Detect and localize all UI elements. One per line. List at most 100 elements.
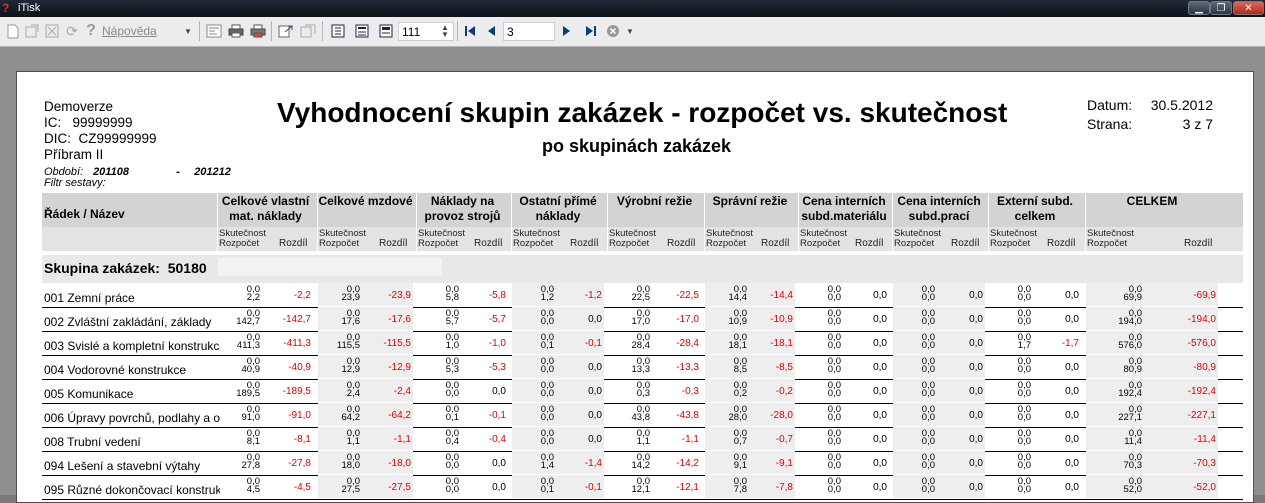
refresh-icon[interactable]: ⟳ xyxy=(64,23,80,39)
cell-diff: -0,3 xyxy=(681,386,699,397)
cell-diff: -14,4 xyxy=(770,290,793,301)
cell-diff: -5,3 xyxy=(488,362,506,373)
single-page-view-icon[interactable] xyxy=(330,23,346,39)
cell-diff: -5,8 xyxy=(488,290,506,301)
first-page-icon[interactable] xyxy=(463,23,477,39)
cell-diff: 0,0 xyxy=(969,410,983,421)
cell-budget: 2,4 xyxy=(346,388,360,399)
subheader-budget: Rozpočet xyxy=(513,238,554,249)
cell-diff: -12,1 xyxy=(676,482,699,493)
cell-budget: 0,0 xyxy=(445,388,459,399)
window-title-bar: ? iTisk ▁ ❐ ✕ xyxy=(0,0,1265,17)
cell-budget: 0,0 xyxy=(921,412,935,423)
cell-budget: 23,9 xyxy=(341,292,361,303)
cell-diff: 0,0 xyxy=(969,362,983,373)
row-name: 005 Komunikace xyxy=(44,387,134,401)
cell-budget: 0,3 xyxy=(636,388,650,399)
cell-budget: 411,3 xyxy=(236,340,260,351)
subheader-diff: Rozdíl xyxy=(570,238,599,249)
cell-budget: 0,0 xyxy=(540,364,554,375)
export-icon[interactable] xyxy=(277,23,295,39)
cell-diff: -0,1 xyxy=(584,338,602,349)
print-icon[interactable] xyxy=(227,23,245,39)
subheader-diff: Rozdíl xyxy=(474,238,503,249)
page-width-view-icon[interactable] xyxy=(354,23,370,39)
cell-budget: 0,0 xyxy=(921,340,935,351)
column-header: Ostatní přímé náklady xyxy=(519,194,597,223)
delete-icon[interactable] xyxy=(44,23,60,39)
row-name: 002 Zvláštní zakládání, základy xyxy=(44,315,212,329)
report-viewer[interactable]: Demoverze IC: 99999999 DIC: CZ99999999 P… xyxy=(0,47,1265,503)
cell-diff: -43,8 xyxy=(676,410,699,421)
stop-icon[interactable] xyxy=(605,23,621,39)
cell-budget: 0,0 xyxy=(445,460,459,471)
cell-budget: 52,0 xyxy=(1123,484,1143,495)
dropdown-arrow-icon[interactable]: ▼ xyxy=(625,23,635,39)
cell-budget: 18,0 xyxy=(341,460,361,471)
cell-diff: -17,6 xyxy=(388,314,411,325)
window-title: iTisk xyxy=(18,2,41,14)
cell-diff: 0,0 xyxy=(873,434,887,445)
zoom-spinner-icon[interactable]: ▲ ▼ xyxy=(439,23,451,39)
cell-budget: 12,9 xyxy=(341,364,361,375)
cell-diff: -28,0 xyxy=(770,410,793,421)
cell-budget: 17,0 xyxy=(631,316,651,327)
page-number-input[interactable]: 3 xyxy=(503,22,555,41)
properties-icon[interactable] xyxy=(24,23,40,39)
toolbar-separator xyxy=(199,21,200,41)
column-header: Celkové mzdové xyxy=(318,194,413,208)
table-row: 005 Komunikace 0,0 189,5 -189,5 0,0 2,4 -2,4 0,… xyxy=(42,379,1243,404)
cell-budget: 0,0 xyxy=(921,460,935,471)
send-icon[interactable] xyxy=(299,23,317,39)
zoom-view-icon[interactable] xyxy=(378,23,394,39)
cell-diff: 0,0 xyxy=(873,386,887,397)
cell-diff: -192,4 xyxy=(1187,386,1216,397)
cell-budget: 0,1 xyxy=(445,412,459,423)
print-setup-icon[interactable] xyxy=(249,23,267,39)
last-page-icon[interactable] xyxy=(584,23,598,39)
page-setup-icon[interactable] xyxy=(205,23,223,39)
table-row: 006 Úpravy povrchů, podlahy a osazení 0,0… xyxy=(42,403,1243,428)
close-button[interactable]: ✕ xyxy=(1233,1,1264,15)
company-line: Demoverze xyxy=(44,99,114,114)
cell-budget: 0,7 xyxy=(733,436,747,447)
cell-diff: -70,3 xyxy=(1193,458,1216,469)
minimize-button[interactable]: ▁ xyxy=(1188,1,1210,15)
next-page-icon[interactable] xyxy=(560,23,574,39)
cell-diff: -1,2 xyxy=(584,290,602,301)
subheader-budget: Rozpočet xyxy=(418,238,459,249)
dropdown-arrow-icon[interactable]: ▼ xyxy=(183,23,193,39)
column-header: Náklady na provoz strojů xyxy=(424,194,501,223)
cell-diff: -40,9 xyxy=(288,362,311,373)
table-row: 004 Vodorovné konstrukce 0,0 40,9 -40,9 0,0 1… xyxy=(42,355,1243,380)
report-page: Demoverze IC: 99999999 DIC: CZ99999999 P… xyxy=(16,71,1254,503)
cell-diff: -18,1 xyxy=(770,338,793,349)
cell-diff: -194,0 xyxy=(1187,314,1216,325)
subheader-budget: Rozpočet xyxy=(319,238,360,249)
cell-diff: 0,0 xyxy=(969,434,983,445)
cell-budget: 69,9 xyxy=(1123,292,1143,303)
cell-diff: 0,0 xyxy=(588,314,602,325)
cell-budget: 0,0 xyxy=(827,340,841,351)
help-icon[interactable]: ? xyxy=(84,22,98,39)
subheader-diff: Rozdíl xyxy=(951,238,980,249)
cell-diff: -8,1 xyxy=(293,434,311,445)
column-divider xyxy=(416,193,417,251)
new-document-icon[interactable] xyxy=(6,23,20,39)
cell-diff: -8,5 xyxy=(775,362,793,373)
cell-budget: 1,4 xyxy=(540,460,554,471)
cell-diff: -0,1 xyxy=(584,482,602,493)
group-row: Skupina zakázek: 50180 xyxy=(42,255,1243,283)
cell-diff: -1,4 xyxy=(584,458,602,469)
cell-budget: 5,8 xyxy=(445,292,459,303)
cell-budget: 142,7 xyxy=(236,316,260,327)
help-menu[interactable]: Nápověda xyxy=(102,24,157,38)
previous-page-icon[interactable] xyxy=(484,23,498,39)
report-subtitle: po skupinách zakázek xyxy=(542,136,732,156)
cell-budget: 91,0 xyxy=(241,412,261,423)
cell-diff: -27,5 xyxy=(388,482,411,493)
restore-button[interactable]: ❐ xyxy=(1210,1,1232,15)
cell-budget: 0,0 xyxy=(921,388,935,399)
cell-budget: 5,3 xyxy=(445,364,459,375)
cell-budget: 11,4 xyxy=(1124,436,1142,447)
